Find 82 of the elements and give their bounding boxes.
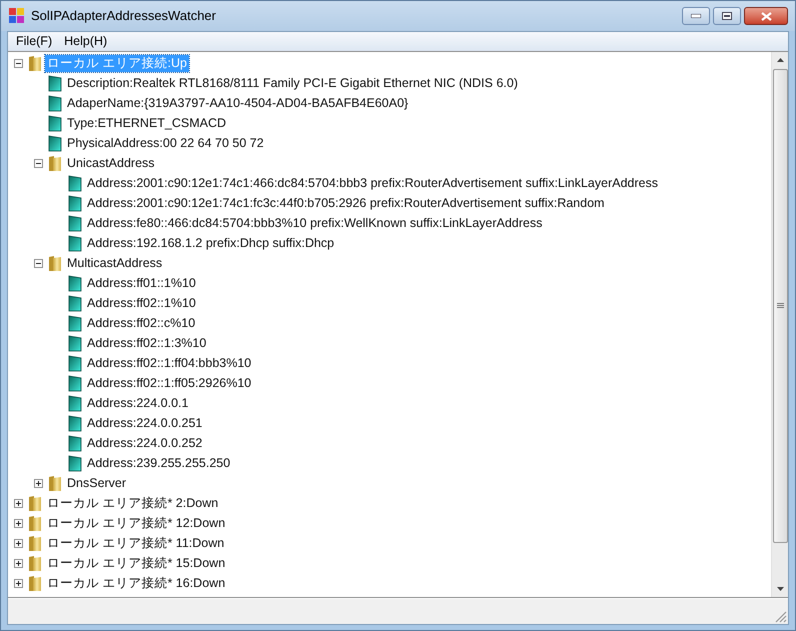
folder-icon [28,534,42,552]
document-icon [68,414,82,432]
folder-icon [48,254,62,272]
expand-button[interactable] [14,538,22,548]
tree-item[interactable]: ローカル エリア接続* 16:Down [45,574,228,592]
tree-item[interactable]: ローカル エリア接続* 2:Down [45,494,220,512]
tree-item[interactable]: ローカル エリア接続* 11:Down [45,534,226,552]
tree-item[interactable]: Address:192.168.1.2 prefix:Dhcp suffix:Dhcp [85,234,336,252]
tree-item[interactable]: Address:ff02::1:3%10 [85,334,208,352]
plus-icon [14,540,22,546]
resize-grip-icon[interactable] [773,609,787,623]
tree-item[interactable]: ローカル エリア接続* 15:Down [45,554,228,572]
collapse-button[interactable] [34,258,42,268]
document-icon [48,134,62,152]
expand-button[interactable] [14,498,22,508]
maximize-button[interactable] [713,7,741,25]
tree-item[interactable]: UnicastAddress [65,154,157,172]
document-icon [68,354,82,372]
plus-icon [14,580,22,586]
tree-item[interactable]: Address:ff02::1:ff04:bbb3%10 [85,354,254,372]
expand-button[interactable] [14,558,22,568]
tree-item[interactable]: AdaperName:{319A3797-AA10-4504-AD04-BA5AFB4E60A0} [65,94,410,112]
tree-item[interactable]: Address:224.0.0.252 [85,434,204,452]
plus-icon [14,560,22,566]
document-icon [48,74,62,92]
folder-icon [28,494,42,512]
folder-icon [28,574,42,592]
tree-item[interactable]: Description:Realtek RTL8168/8111 Family PCI-E Gigabit Ethernet NIC (NDIS 6.0) [65,74,520,92]
plus-icon [14,500,22,506]
plus-icon [14,520,22,526]
document-icon [48,114,62,132]
minimize-button[interactable] [682,7,710,25]
tree-item[interactable]: Address:ff02::c%10 [85,314,198,332]
menu-item[interactable]: Help(H) [58,32,114,51]
close-button[interactable] [744,7,788,25]
document-icon [68,394,82,412]
document-icon [68,334,82,352]
plus-icon [34,480,42,486]
document-icon [68,374,82,392]
tree-item[interactable]: Address:239.255.255.250 [85,454,232,472]
tree-item[interactable]: Address:224.0.0.251 [85,414,204,432]
folder-icon [28,54,42,72]
document-icon [48,94,62,112]
tree-item[interactable]: Address:ff02::1:ff05:2926%10 [85,374,254,392]
tree-item[interactable]: Address:ff02::1%10 [85,294,198,312]
document-icon [68,454,82,472]
tree-item[interactable]: Address:2001:c90:12e1:74c1:466:dc84:5704:bbb3 prefix:RouterAdvertisement suffix:LinkLayerAddress [85,174,660,192]
tree-item[interactable]: ローカル エリア接続* 12:Down [45,514,228,532]
vertical-scrollbar[interactable] [771,52,788,597]
close-icon [760,12,772,20]
document-icon [68,434,82,452]
document-icon [68,294,82,312]
tree-item[interactable]: Address:2001:c90:12e1:74c1:fc3c:44f0:b705:2926 prefix:RouterAdvertisement suffix:Random [85,194,606,212]
grip-icon [776,303,784,309]
minimize-icon [691,14,701,18]
tree-item[interactable]: Address:ff01::1%10 [85,274,198,292]
expand-button[interactable] [14,578,22,588]
document-icon [68,314,82,332]
collapse-button[interactable] [34,158,42,168]
scrollbar-thumb[interactable] [772,69,788,543]
expand-button[interactable] [34,478,42,488]
tree-item[interactable]: MulticastAddress [65,254,164,272]
tree-item[interactable]: Address:224.0.0.1 [85,394,190,412]
document-icon [68,234,82,252]
document-icon [68,194,82,212]
document-icon [68,274,82,292]
tree-item[interactable]: PhysicalAddress:00 22 64 70 50 72 [65,134,266,152]
folder-icon [48,474,62,492]
window-title: SolIPAdapterAddressesWatcher [31,7,216,26]
app-icon [9,8,25,24]
expand-button[interactable] [14,518,22,528]
tree-item[interactable]: Address:fe80::466:dc84:5704:bbb3%10 prefix:WellKnown suffix:LinkLayerAddress [85,214,544,232]
folder-icon [28,554,42,572]
tree-item[interactable]: Type:ETHERNET_CSMACD [65,114,228,132]
menu-item[interactable]: File(F) [10,32,58,51]
folder-icon [28,514,42,532]
collapse-button[interactable] [14,58,22,68]
document-icon [68,214,82,232]
folder-icon [48,154,62,172]
document-icon [68,174,82,192]
tree-item[interactable]: DnsServer [65,474,128,492]
maximize-icon [722,12,732,20]
